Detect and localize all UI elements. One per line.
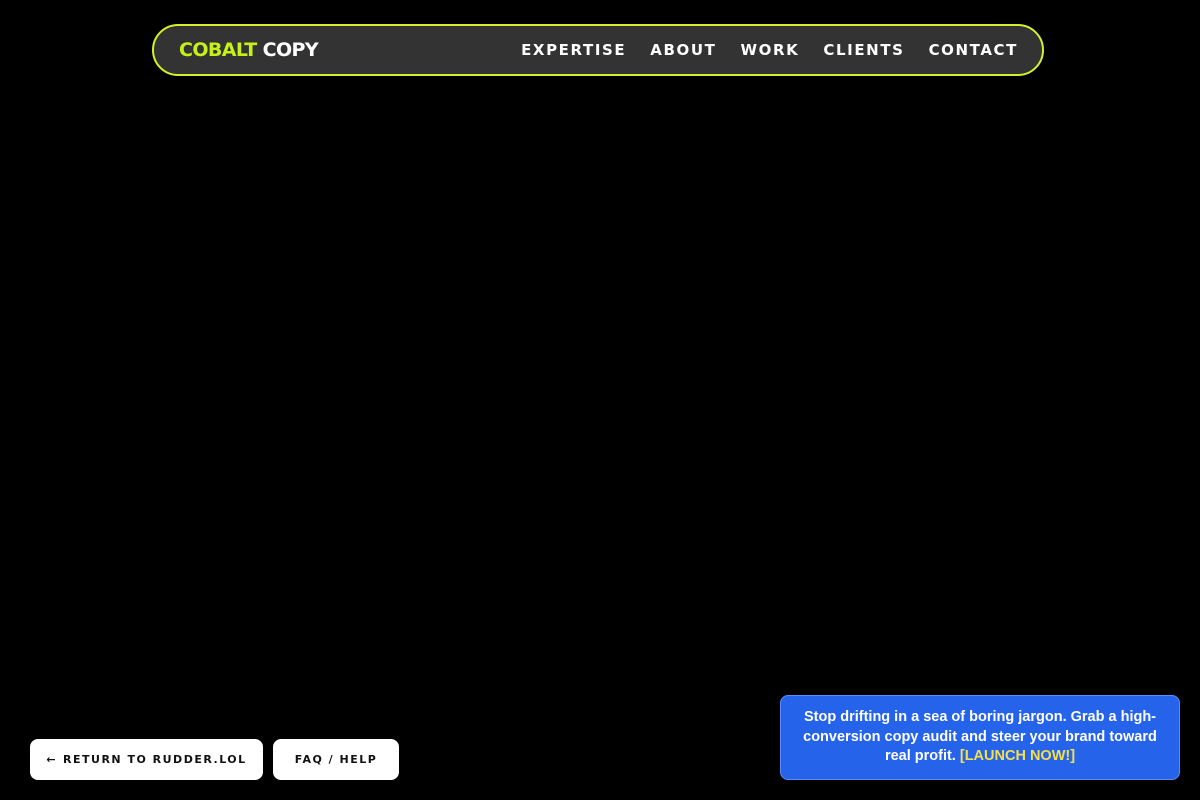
- faq-help-button[interactable]: FAQ / HELP: [273, 739, 399, 780]
- nav-links: EXPERTISE ABOUT WORK CLIENTS CONTACT: [521, 41, 1018, 59]
- promo-text: Stop drifting in a sea of boring jargon.…: [801, 708, 1159, 767]
- return-to-rudder-button[interactable]: ← RETURN TO RUDDER.LOL: [30, 739, 263, 780]
- site-logo[interactable]: COBALT COPY: [179, 39, 319, 61]
- page: COBALT COPY EXPERTISE ABOUT WORK CLIENTS…: [0, 0, 1200, 800]
- logo-accent-text: COBALT: [179, 39, 257, 61]
- arrow-left-icon: ←: [46, 753, 58, 766]
- promo-cta-link[interactable]: [LAUNCH NOW!]: [960, 748, 1075, 764]
- nav-link-contact[interactable]: CONTACT: [929, 41, 1018, 59]
- nav-link-work[interactable]: WORK: [741, 41, 800, 59]
- return-button-label: RETURN TO RUDDER.LOL: [63, 753, 247, 766]
- faq-button-label: FAQ / HELP: [294, 753, 378, 766]
- promo-banner[interactable]: Stop drifting in a sea of boring jargon.…: [780, 695, 1180, 780]
- nav-link-expertise[interactable]: EXPERTISE: [521, 41, 626, 59]
- top-navbar: COBALT COPY EXPERTISE ABOUT WORK CLIENTS…: [152, 24, 1044, 76]
- nav-link-clients[interactable]: CLIENTS: [823, 41, 904, 59]
- logo-rest-text: COPY: [262, 39, 319, 61]
- nav-link-about[interactable]: ABOUT: [650, 41, 716, 59]
